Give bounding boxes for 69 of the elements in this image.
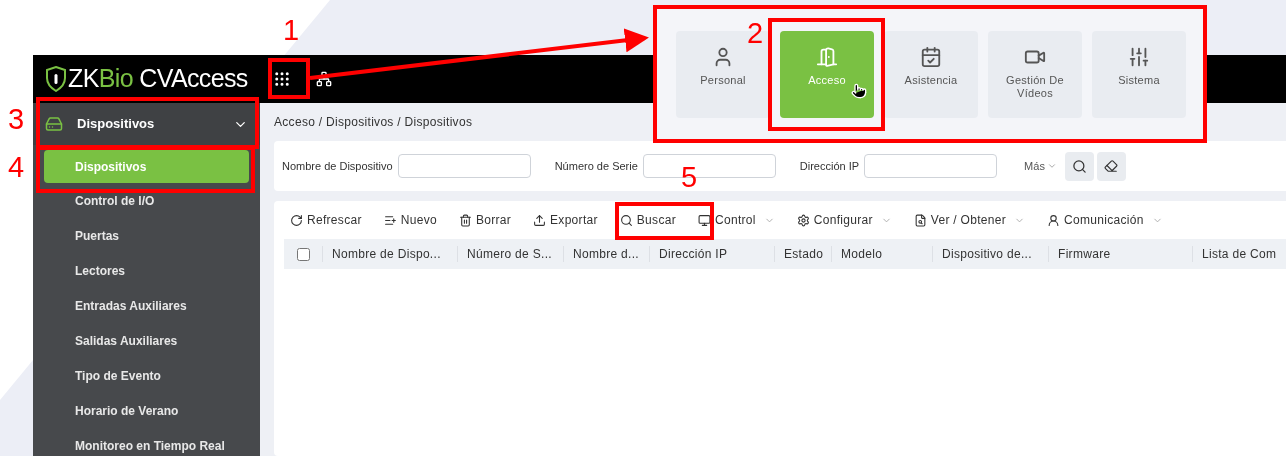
logo-text: Bio [98,64,133,93]
file-search-icon [913,213,927,227]
trash-icon [458,213,472,227]
settings-icon [796,213,810,227]
sidebar-item[interactable]: Lectores [33,253,260,288]
column-header: Nombre de Dispo... [332,246,441,263]
column-header: Número de S... [467,246,552,263]
sidebar-group-label: Dispositivos [77,115,156,134]
caret-icon [1046,161,1057,171]
eraser-icon [1104,159,1119,173]
toolbar-button[interactable]: Borrar [452,205,518,235]
annotation-number: 4 [8,151,25,183]
network-icon[interactable] [316,71,332,87]
annotation-number: 3 [8,103,25,135]
toolbar-button[interactable]: Exportar [527,205,604,235]
search-icon [619,213,633,227]
person-icon [1047,213,1061,227]
logo-text: CVAccess [138,64,248,93]
filter-label: Número de Serie [554,158,638,174]
sidebar-item[interactable]: Salidas Auxiliares [33,323,260,358]
search-icon [1071,158,1087,174]
select-all-checkbox[interactable] [296,247,310,261]
filter-input[interactable] [864,154,998,178]
hand-cursor-icon [851,82,867,99]
shield-logo-icon [45,66,67,92]
clear-button[interactable] [1096,151,1126,181]
column-header: Firmware [1058,246,1111,263]
sidebar-item[interactable]: Entradas Auxiliares [33,288,260,323]
filter-input[interactable] [397,154,531,178]
module-tile[interactable]: Gestión De Vídeos [988,30,1082,118]
column-header: Estado [784,246,824,263]
add-list-icon [383,213,397,227]
sidebar-item[interactable]: Puertas [33,218,260,253]
column-header: Lista de Com [1202,246,1277,263]
toolbar-button[interactable]: Nuevo [377,205,443,235]
breadcrumb: Acceso / Dispositivos / Dispositivos [274,114,474,131]
more-dropdown[interactable]: Más [1024,157,1057,175]
annotation-number: 5 [681,161,698,193]
upload-icon [533,213,547,227]
toolbar-button[interactable]: Ver / Obtener [907,205,1032,235]
toolbar-button[interactable]: Refrescar [284,205,368,235]
sidebar-item[interactable]: Tipo de Evento [33,358,260,393]
toolbar-button[interactable]: Configurar [790,205,898,235]
filter-label: Dirección IP [799,158,860,174]
sidebar-item[interactable]: Monitoreo en Tiempo Real [33,428,260,456]
sliders-icon [1128,45,1150,68]
toolbar-button[interactable]: Buscar [613,205,682,235]
toolbar-button[interactable]: Control [691,205,781,235]
sidebar-item[interactable]: Horario de Verano [33,393,260,428]
monitor-icon [697,213,711,227]
refresh-icon [290,213,303,227]
module-tile[interactable]: Asistencia [884,30,978,118]
column-header: Dirección IP [659,246,728,263]
door-icon [816,45,838,68]
apps-grid-icon[interactable] [273,70,291,88]
filter-label: Nombre de Dispositivo [282,158,393,174]
logo-text: ZK [68,64,99,93]
sidebar-item[interactable]: Control de I/O [33,183,260,218]
search-button[interactable] [1064,151,1094,181]
annotation-number: 1 [283,14,300,46]
device-icon [45,115,63,133]
sidebar-group[interactable]: Dispositivos [33,103,260,145]
module-tile[interactable]: Sistema [1092,30,1186,118]
calendar-icon [920,45,942,68]
annotation-box [268,58,310,99]
column-header: Dispositivo de... [942,246,1032,263]
column-header: Nombre d... [573,246,639,263]
toolbar-button[interactable]: Comunicación [1041,205,1169,235]
column-header: Modelo [841,246,883,263]
